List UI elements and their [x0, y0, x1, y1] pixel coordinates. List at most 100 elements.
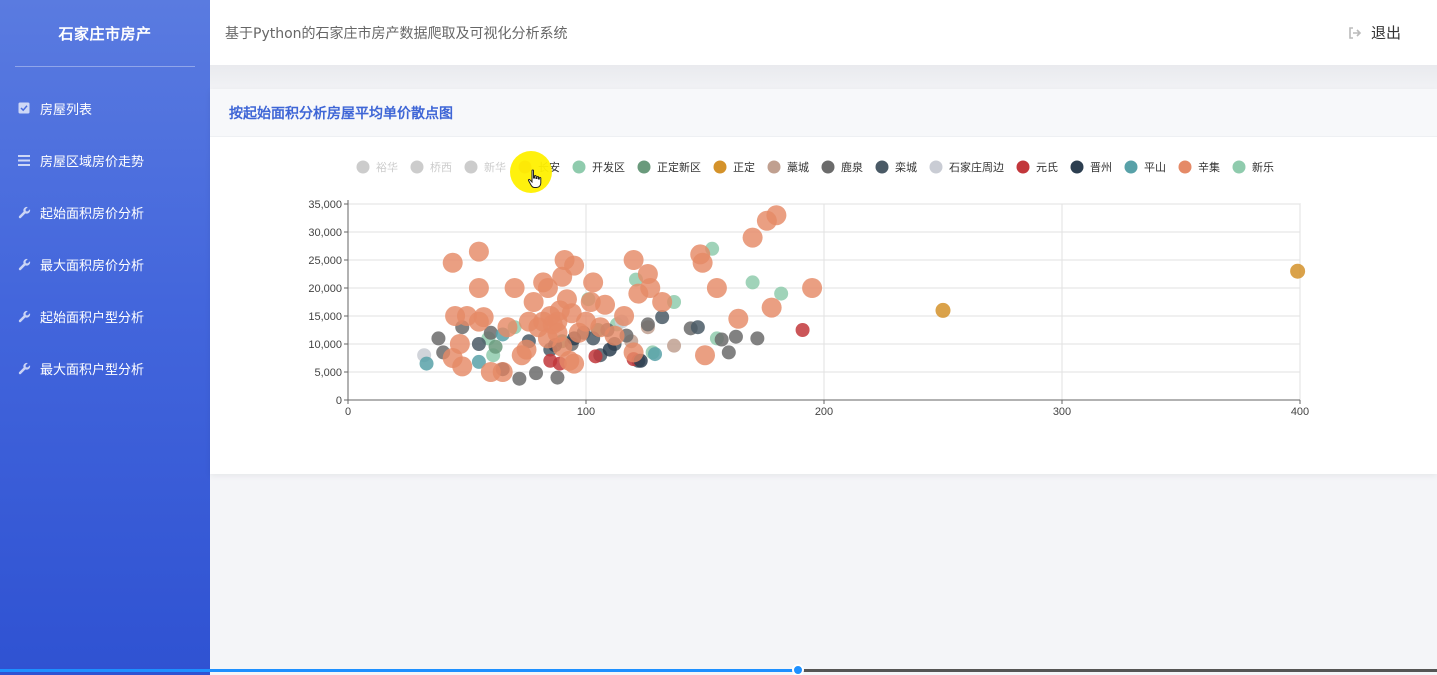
data-point [802, 278, 823, 298]
legend-marker [410, 160, 424, 174]
legend-label: 新乐 [1252, 160, 1274, 174]
data-point [468, 241, 489, 262]
app-title: 基于Python的石家庄市房产数据爬取及可视化分析系统 [225, 25, 568, 42]
wrench-icon [17, 257, 31, 271]
data-point [728, 308, 749, 329]
data-point [533, 311, 554, 332]
legend-label: 晋州 [1090, 161, 1112, 174]
sidebar-item-label: 最大面积房价分析 [40, 258, 145, 274]
sidebar-item-region-trend[interactable]: 房屋区域房价走势 [0, 134, 210, 186]
legend-marker [637, 160, 651, 174]
data-point [512, 371, 527, 386]
sidebar-menu: 房屋列表 房屋区域房价走势 起始面积房价分析 最大面积房价分析 起始面积户型分析 [0, 82, 210, 394]
legend-marker [1070, 160, 1084, 174]
data-point [419, 356, 434, 371]
data-point [640, 317, 655, 332]
legend-marker [356, 160, 370, 174]
sidebar-item-start-area-layout[interactable]: 起始面积户型分析 [0, 290, 210, 342]
legend-marker [767, 160, 781, 174]
card-title: 按起始面积分析房屋平均单价散点图 [229, 105, 453, 122]
sidebar-item-start-area-price[interactable]: 起始面积房价分析 [0, 186, 210, 238]
card-header: 按起始面积分析房屋平均单价散点图 [210, 89, 1437, 137]
data-point [690, 320, 705, 335]
data-point [588, 349, 603, 364]
data-point [595, 294, 616, 315]
data-point [667, 338, 682, 353]
data-point [431, 331, 446, 346]
legend-marker [1124, 160, 1138, 174]
y-tick-label: 10,000 [308, 339, 342, 351]
data-point [761, 297, 782, 318]
sidebar: 石家庄市房产 房屋列表 房屋区域房价走势 起始面积房价分析 最大面积房价分析 起… [0, 0, 210, 675]
data-point [623, 342, 644, 363]
data-point [774, 286, 789, 301]
data-point [550, 370, 565, 385]
legend-marker [572, 160, 586, 174]
data-point [692, 252, 713, 273]
legend-label: 裕华 [376, 160, 398, 174]
sidebar-item-label: 最大面积户型分析 [40, 362, 145, 378]
logout-label: 退出 [1370, 24, 1401, 42]
legend-label: 石家庄周边 [949, 160, 1004, 174]
legend-label: 桥西 [430, 161, 452, 174]
x-tick-label: 200 [815, 406, 833, 418]
data-point [652, 292, 673, 312]
sidebar-item-max-area-layout[interactable]: 最大面积户型分析 [0, 342, 210, 394]
brand-title: 石家庄市房产 [58, 24, 152, 43]
chart-card: 按起始面积分析房屋平均单价散点图 0 5,000 10,000 15,000 20,00… [210, 89, 1437, 474]
x-tick-label: 0 [345, 406, 351, 418]
data-point [442, 252, 463, 273]
y-tick-label: 25,000 [308, 255, 342, 267]
checkbox-icon [17, 101, 31, 115]
data-point [766, 205, 787, 226]
legend-marker [875, 160, 889, 174]
legend-marker [713, 160, 727, 174]
data-point [795, 323, 810, 337]
legend-marker [1232, 160, 1246, 174]
y-tick-label: 15,000 [308, 311, 342, 323]
data-point [583, 272, 604, 293]
data-point [614, 306, 635, 326]
logout-icon [1348, 26, 1362, 40]
data-point [745, 275, 760, 290]
data-point [488, 339, 503, 354]
legend-marker [821, 160, 835, 174]
data-point [452, 356, 473, 377]
logout-button[interactable]: 退出 [1348, 22, 1401, 43]
data-point [623, 250, 644, 270]
sidebar-item-max-area-price[interactable]: 最大面积房价分析 [0, 238, 210, 290]
legend-label: 鹿泉 [841, 160, 863, 174]
x-tick-label: 300 [1053, 406, 1071, 418]
legend-marker [1016, 160, 1030, 174]
legend-label: 元氏 [1036, 161, 1058, 174]
video-progress-knob[interactable] [791, 664, 804, 675]
y-tick-label: 0 [336, 395, 342, 407]
legend-marker [518, 160, 532, 174]
x-tick-label: 400 [1291, 406, 1309, 418]
y-tick-label: 5,000 [314, 367, 342, 379]
legend-marker [464, 160, 478, 174]
data-point [564, 353, 585, 374]
data-point [935, 302, 951, 318]
sidebar-item-label: 房屋区域房价走势 [40, 154, 145, 170]
legend-label: 正定新区 [657, 160, 701, 174]
y-tick-label: 20,000 [308, 283, 342, 295]
list-icon [17, 153, 31, 167]
header-shadow-gap [210, 65, 1437, 89]
legend-label: 栾城 [895, 160, 917, 174]
data-point [504, 278, 525, 298]
data-point [648, 347, 663, 362]
legend-label: 长安 [538, 160, 560, 174]
sidebar-item-house-list[interactable]: 房屋列表 [0, 82, 210, 134]
scatter-chart: 0 5,000 10,000 15,000 20,000 25,000 30,000 35,0… [308, 160, 1309, 418]
data-point [706, 278, 727, 298]
data-point [549, 300, 570, 321]
brand-divider [15, 66, 195, 67]
data-point [568, 322, 589, 343]
top-header: 基于Python的石家庄市房产数据爬取及可视化分析系统 退出 [210, 0, 1437, 65]
y-tick-label: 35,000 [308, 199, 342, 211]
legend-label: 开发区 [592, 160, 625, 174]
data-point [695, 345, 715, 366]
wrench-icon [17, 361, 31, 375]
data-point [468, 278, 489, 298]
